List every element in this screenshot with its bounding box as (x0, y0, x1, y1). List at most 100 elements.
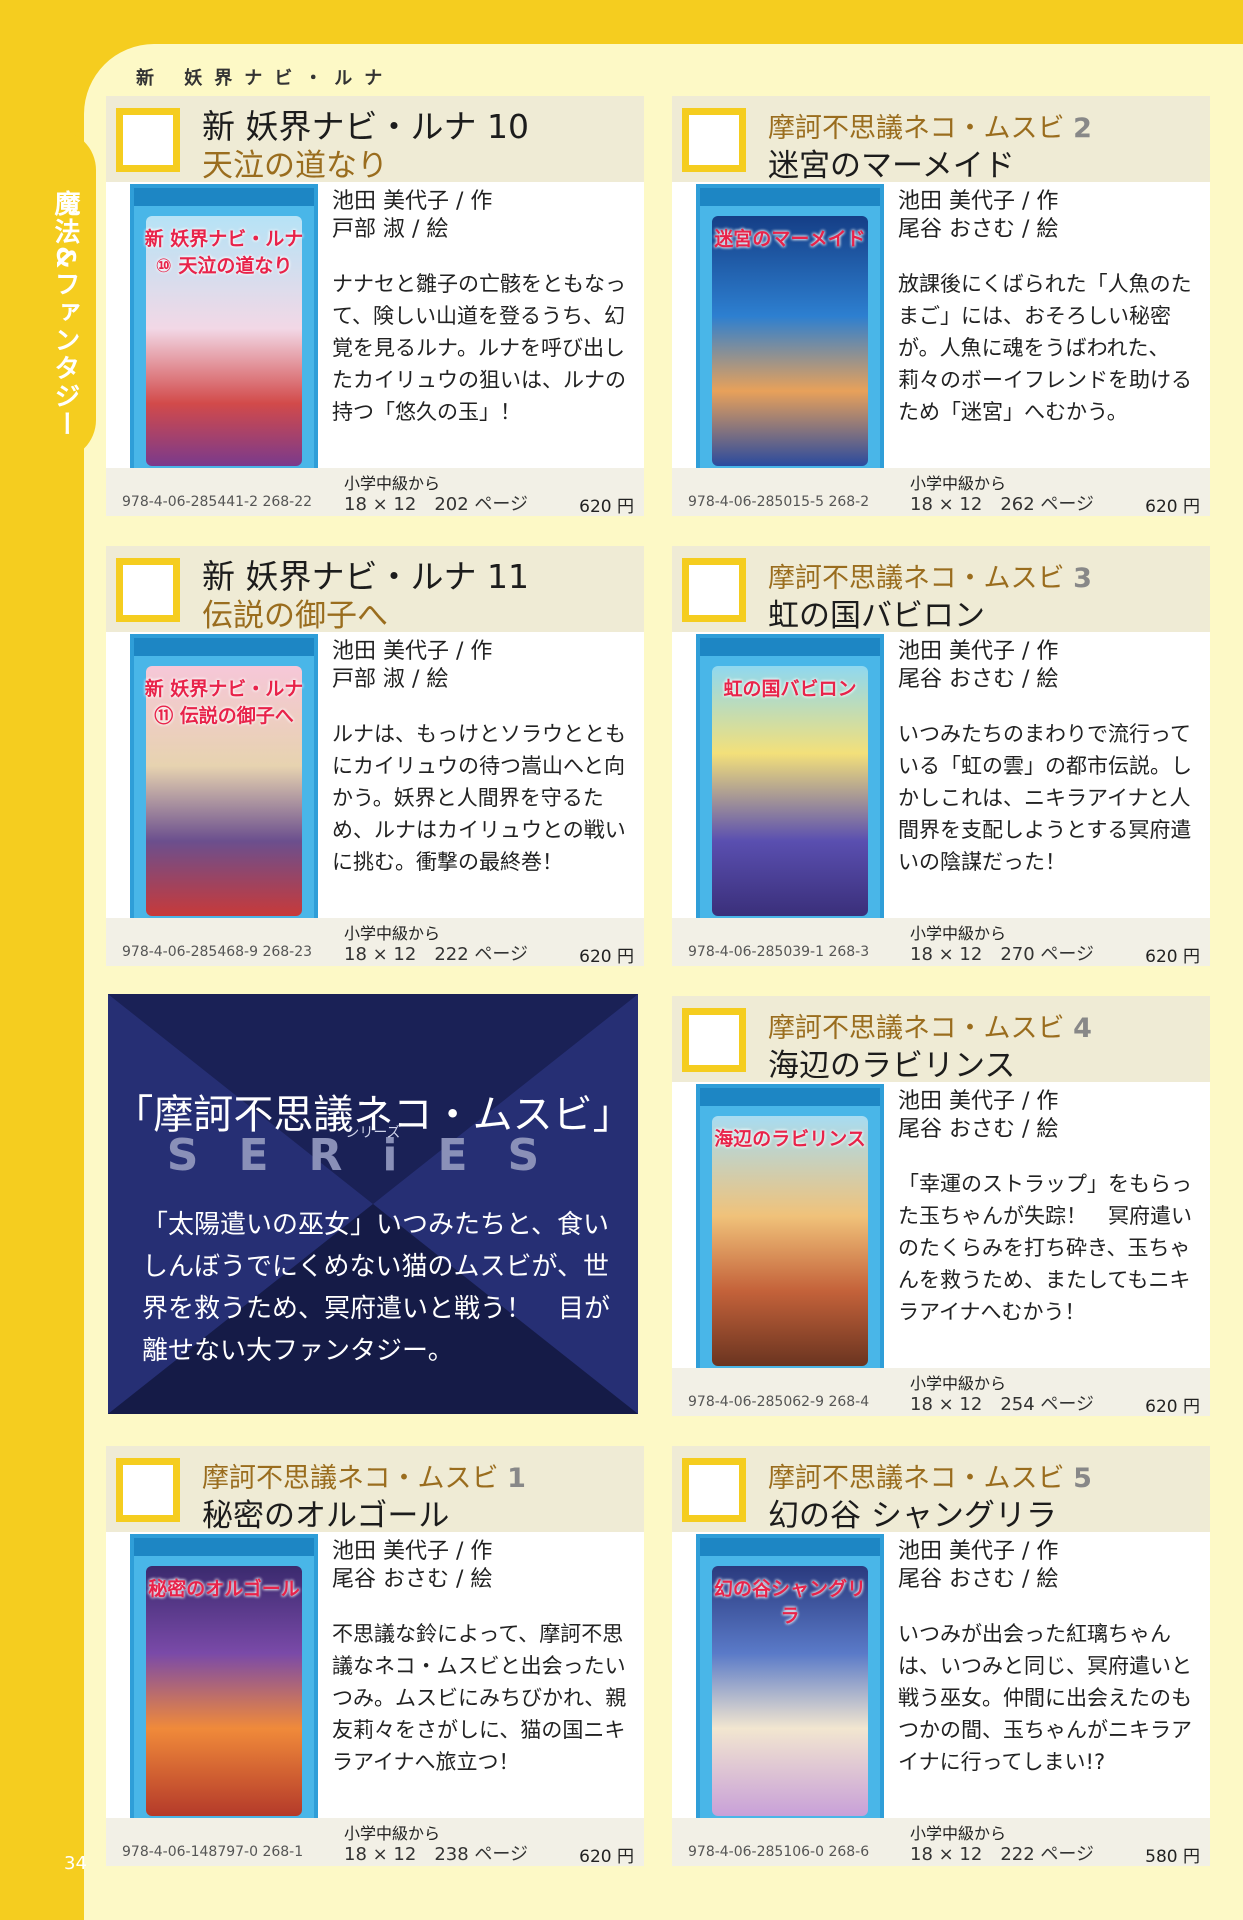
author: 池田 美代子 / 作 (332, 189, 493, 214)
book-card-luna-10: 新 妖界ナビ・ルナ 10 天泣の道なり 新 妖界ナビ・ルナ⑩ 天泣の道なり 池田… (106, 96, 644, 517)
isbn: 978-4-06-148797-0 268-1 (122, 1844, 304, 1860)
book-card-musubi-4: 摩訶不思議ネコ・ムスビ 4 海辺のラビリンス 海辺のラビリンス 池田 美代子 /… (672, 996, 1210, 1417)
promo-description: 「太陽遣いの巫女」いつみたちと、食いしんぼうでにくめない猫のムスビが、世界を救う… (142, 1210, 611, 1366)
description: 放課後にくばられた「人魚のたまご」には、おそろしい秘密が。人魚に魂をうばわれた、… (898, 272, 1192, 424)
illustrator: 尾谷 おさむ / 絵 (898, 1567, 1059, 1592)
order-checkbox[interactable] (682, 1008, 746, 1072)
page-number: 34 (64, 1853, 87, 1874)
book-title: 伝説の御子へ (202, 598, 388, 634)
cover-title: 海辺のラビリンス (714, 1128, 866, 1150)
book-card-musubi-2: 摩訶不思議ネコ・ムスビ 2 迷宮のマーメイド 迷宮のマーメイド 池田 美代子 /… (672, 96, 1210, 517)
book-title: 迷宮のマーメイド (768, 148, 1015, 184)
series-number: 2 (1073, 113, 1092, 144)
isbn: 978-4-06-285106-0 268-6 (688, 1844, 870, 1860)
description: ルナは、もっけとソラウとともにカイリュウの待つ嵩山へと向かう。妖界と人間界を守る… (332, 722, 626, 874)
book-title: 秘密のオルゴール (202, 1498, 450, 1534)
card-header: 摩訶不思議ネコ・ムスビ 3 虹の国バビロン (672, 546, 1210, 634)
card-header: 摩訶不思議ネコ・ムスビ 1 秘密のオルゴール (106, 1446, 644, 1534)
book-card-musubi-5: 摩訶不思議ネコ・ムスビ 5 幻の谷 シャングリラ 幻の谷シャングリラ 池田 美代… (672, 1446, 1210, 1867)
cover-publisher-band (134, 638, 314, 656)
cover-illustration (712, 216, 868, 466)
card-footer: 小学中級から 978-4-06-285039-1 268-3 18 × 12 2… (672, 918, 1210, 967)
book-cover: 幻の谷シャングリラ (696, 1534, 884, 1828)
series-number: 5 (1073, 1463, 1092, 1494)
author: 池田 美代子 / 作 (332, 639, 493, 664)
book-cover: 秘密のオルゴール (130, 1534, 318, 1828)
cover-title: 秘密のオルゴール (148, 1578, 300, 1600)
credits: 池田 美代子 / 作 尾谷 おさむ / 絵 (898, 188, 1058, 244)
credits: 池田 美代子 / 作 尾谷 おさむ / 絵 (332, 1538, 492, 1594)
order-checkbox[interactable] (116, 108, 180, 172)
description: いつみたちのまわりで流行っている「虹の雲」の都市伝説。しかしこれは、ニキラアイナ… (898, 722, 1192, 874)
author: 池田 美代子 / 作 (898, 1089, 1059, 1114)
card-header: 摩訶不思議ネコ・ムスビ 2 迷宮のマーメイド (672, 96, 1210, 184)
order-checkbox[interactable] (682, 108, 746, 172)
cover-illustration (712, 666, 868, 916)
top-band (0, 0, 1243, 48)
cover-publisher-band (134, 188, 314, 206)
cover-title: 虹の国バビロン (723, 678, 857, 700)
card-header: 新 妖界ナビ・ルナ 10 天泣の道なり (106, 96, 644, 184)
order-checkbox[interactable] (682, 558, 746, 622)
credits: 池田 美代子 / 作 戸部 淑 / 絵 (332, 638, 492, 694)
book-cover: 新 妖界ナビ・ルナ⑪ 伝説の御子へ (130, 634, 318, 928)
book-card-musubi-1: 摩訶不思議ネコ・ムスビ 1 秘密のオルゴール 秘密のオルゴール 池田 美代子 /… (106, 1446, 644, 1867)
order-checkbox[interactable] (116, 558, 180, 622)
book-size: 18 × 12 222 ページ (344, 944, 529, 965)
card-header: 摩訶不思議ネコ・ムスビ 5 幻の谷 シャングリラ (672, 1446, 1210, 1534)
price: 620 円 (579, 1847, 634, 1867)
cover-publisher-band (700, 638, 880, 656)
price: 620 円 (1145, 1397, 1200, 1417)
description: 不思議な鈴によって、摩訶不思議なネコ・ムスビと出会ったいつみ。ムスビにみちびかれ… (332, 1622, 627, 1774)
book-card-musubi-3: 摩訶不思議ネコ・ムスビ 3 虹の国バビロン 虹の国バビロン 池田 美代子 / 作… (672, 546, 1210, 967)
series-number: 3 (1073, 563, 1092, 594)
series-number: 1 (507, 1463, 526, 1494)
cover-illustration (712, 1116, 868, 1366)
book-title: 天泣の道なり (202, 148, 388, 184)
card-footer: 小学中級から 978-4-06-285015-5 268-2 18 × 12 2… (672, 468, 1210, 517)
order-checkbox[interactable] (682, 1458, 746, 1522)
book-size: 18 × 12 254 ページ (910, 1394, 1095, 1415)
isbn: 978-4-06-285015-5 268-2 (688, 494, 870, 510)
illustrator: 戸部 淑 / 絵 (332, 217, 449, 242)
credits: 池田 美代子 / 作 尾谷 おさむ / 絵 (898, 1538, 1058, 1594)
price: 620 円 (579, 947, 634, 967)
book-title: 幻の谷 シャングリラ (768, 1498, 1057, 1534)
description: ナナセと雛子の亡骸をともなって、険しい山道を登るうち、幻覚を見るルナ。ルナを呼び… (332, 272, 626, 424)
book-cover: 虹の国バビロン (696, 634, 884, 928)
illustrator: 尾谷 おさむ / 絵 (898, 1117, 1059, 1142)
book-size: 18 × 12 270 ページ (910, 944, 1095, 965)
book-title: 虹の国バビロン (768, 598, 985, 634)
book-size: 18 × 12 222 ページ (910, 1844, 1095, 1865)
author: 池田 美代子 / 作 (898, 1539, 1059, 1564)
credits: 池田 美代子 / 作 尾谷 おさむ / 絵 (898, 638, 1058, 694)
book-size: 18 × 12 238 ページ (344, 1844, 529, 1865)
price: 620 円 (1145, 497, 1200, 517)
card-footer: 小学中級から 978-4-06-285062-9 268-4 18 × 12 2… (672, 1368, 1210, 1417)
credits: 池田 美代子 / 作 尾谷 おさむ / 絵 (898, 1088, 1058, 1144)
card-footer: 小学中級から 978-4-06-285468-9 268-23 18 × 12 … (106, 918, 644, 967)
book-cover: 海辺のラビリンス (696, 1084, 884, 1378)
author: 池田 美代子 / 作 (898, 189, 1059, 214)
price: 580 円 (1145, 1847, 1200, 1867)
order-checkbox[interactable] (116, 1458, 180, 1522)
book-size: 18 × 12 202 ページ (344, 494, 529, 515)
card-header: 新 妖界ナビ・ルナ 11 伝説の御子へ (106, 546, 644, 634)
cover-publisher-band (700, 1088, 880, 1106)
author: 池田 美代子 / 作 (332, 1539, 493, 1564)
card-footer: 小学中級から 978-4-06-285441-2 268-22 18 × 12 … (106, 468, 644, 517)
cover-title: 幻の谷シャングリラ (713, 1578, 866, 1627)
isbn: 978-4-06-285062-9 268-4 (688, 1394, 870, 1410)
cover-publisher-band (700, 188, 880, 206)
card-header: 摩訶不思議ネコ・ムスビ 4 海辺のラビリンス (672, 996, 1210, 1084)
illustrator: 尾谷 おさむ / 絵 (332, 1567, 493, 1592)
illustrator: 戸部 淑 / 絵 (332, 667, 449, 692)
card-footer: 小学中級から 978-4-06-148797-0 268-1 18 × 12 2… (106, 1818, 644, 1867)
book-cover: 新 妖界ナビ・ルナ⑩ 天泣の道なり (130, 184, 318, 478)
credits: 池田 美代子 / 作 戸部 淑 / 絵 (332, 188, 492, 244)
book-cover: 迷宮のマーメイド (696, 184, 884, 478)
book-size: 18 × 12 262 ページ (910, 494, 1095, 515)
book-title: 海辺のラビリンス (768, 1048, 1016, 1084)
cover-publisher-band (134, 1538, 314, 1556)
card-footer: 小学中級から 978-4-06-285106-0 268-6 18 × 12 2… (672, 1818, 1210, 1867)
